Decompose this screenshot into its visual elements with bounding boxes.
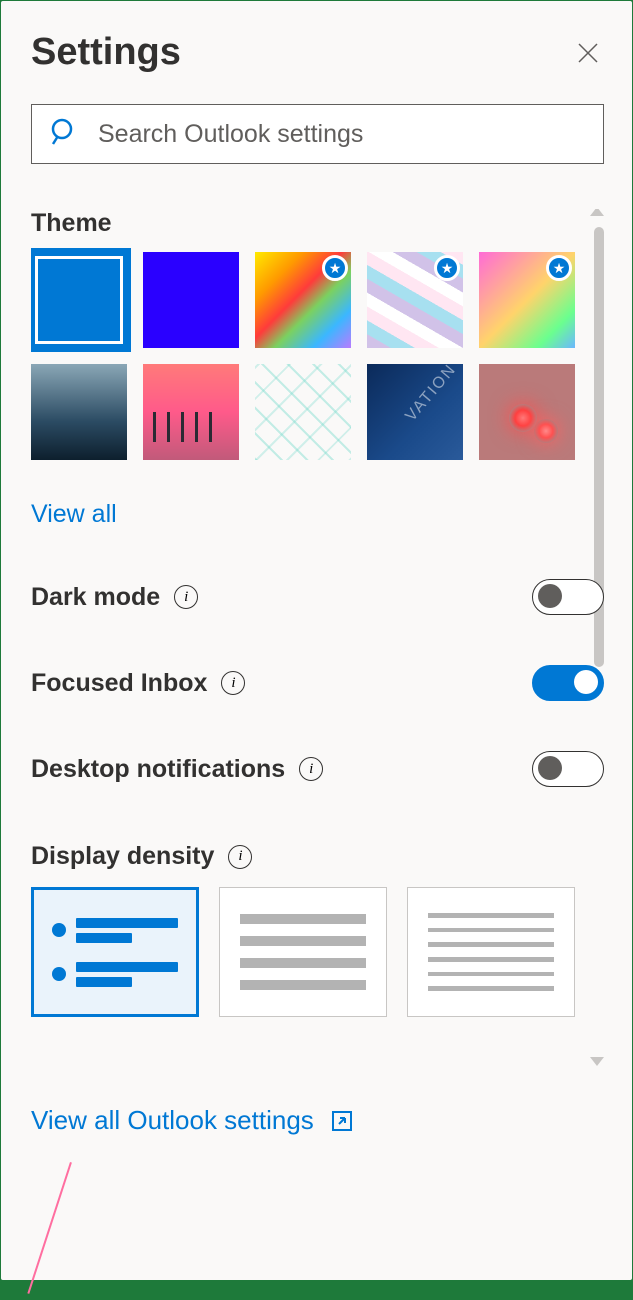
info-icon[interactable]: i <box>228 845 252 869</box>
density-tile-medium[interactable] <box>219 887 387 1017</box>
theme-view-all-link[interactable]: View all <box>31 500 117 529</box>
info-icon[interactable]: i <box>299 757 323 781</box>
density-label: Display density <box>31 842 214 871</box>
scroll-down-arrow[interactable] <box>590 1057 604 1066</box>
search-icon <box>50 117 80 152</box>
theme-tile-sunset-palms[interactable] <box>143 364 239 460</box>
theme-tile-rainbow-wave[interactable] <box>255 252 351 348</box>
premium-badge-icon <box>434 255 460 281</box>
close-icon <box>576 41 600 65</box>
density-tile-full[interactable] <box>31 887 199 1017</box>
density-tile-compact[interactable] <box>407 887 575 1017</box>
scroll-up-arrow[interactable] <box>590 209 604 216</box>
view-all-settings-label: View all Outlook settings <box>31 1105 314 1136</box>
scroll-area: Theme View all Dark mode i Focused Inbox <box>31 209 604 1079</box>
theme-tile-innovation-blueprint[interactable] <box>367 364 463 460</box>
premium-badge-icon <box>546 255 572 281</box>
theme-tile-ocean-wave[interactable] <box>31 364 127 460</box>
desktop-notifications-row: Desktop notifications i <box>31 751 604 787</box>
settings-panel: Settings Theme View all <box>0 0 633 1281</box>
density-header: Display density i <box>31 842 604 871</box>
open-icon <box>330 1109 354 1133</box>
theme-tile-red-bokeh[interactable] <box>479 364 575 460</box>
info-icon[interactable]: i <box>221 671 245 695</box>
theme-grid <box>31 252 604 460</box>
info-icon[interactable]: i <box>174 585 198 609</box>
panel-title: Settings <box>31 31 181 74</box>
theme-tile-unicorn-art[interactable] <box>479 252 575 348</box>
theme-tile-pastel-ribbons[interactable] <box>367 252 463 348</box>
theme-section-label: Theme <box>31 209 604 238</box>
theme-tile-circuit-board[interactable] <box>255 364 351 460</box>
density-options <box>31 887 604 1017</box>
desktop-notifications-toggle[interactable] <box>532 751 604 787</box>
dark-mode-toggle[interactable] <box>532 579 604 615</box>
search-box[interactable] <box>31 104 604 164</box>
view-all-settings-link[interactable]: View all Outlook settings <box>31 1105 604 1136</box>
desktop-notifications-label: Desktop notifications <box>31 755 285 784</box>
theme-tile-blue-default[interactable] <box>31 252 127 348</box>
theme-tile-bright-blue[interactable] <box>143 252 239 348</box>
panel-header: Settings <box>31 31 604 74</box>
focused-inbox-toggle[interactable] <box>532 665 604 701</box>
dark-mode-row: Dark mode i <box>31 579 604 615</box>
focused-inbox-row: Focused Inbox i <box>31 665 604 701</box>
premium-badge-icon <box>322 255 348 281</box>
search-input[interactable] <box>98 120 585 149</box>
dark-mode-label: Dark mode <box>31 583 160 612</box>
close-button[interactable] <box>572 37 604 69</box>
focused-inbox-label: Focused Inbox <box>31 669 207 698</box>
